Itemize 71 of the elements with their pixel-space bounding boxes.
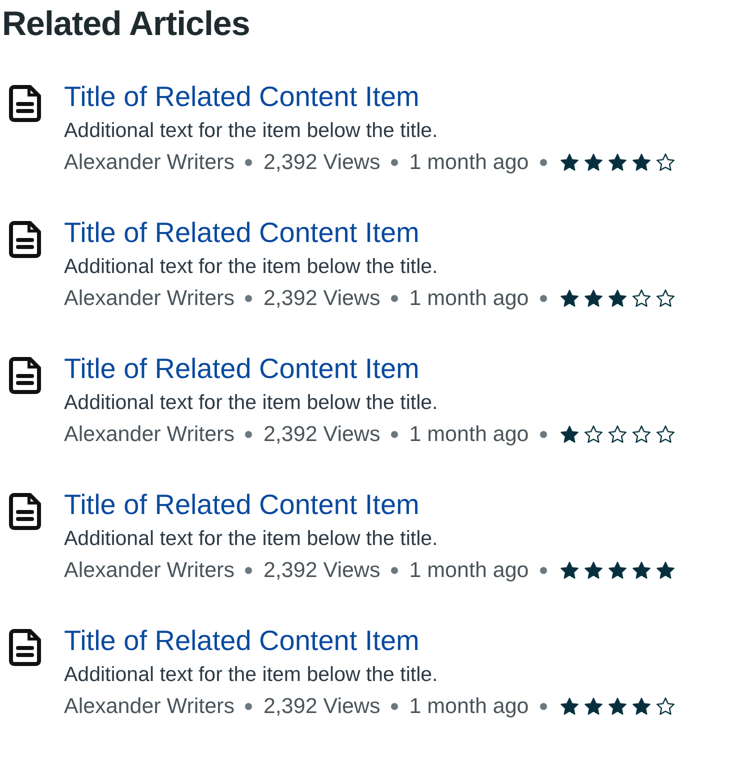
section-heading: Related Articles	[2, 4, 251, 45]
author-name: Alexander Writers	[64, 558, 234, 583]
filled-star-icon	[606, 288, 628, 309]
view-count: 2,392 Views	[263, 286, 380, 311]
view-count: 2,392 Views	[263, 150, 380, 175]
empty-star-icon	[654, 696, 676, 717]
filled-star-icon	[606, 560, 628, 581]
separator-dot	[540, 567, 547, 574]
empty-star-icon	[606, 424, 628, 445]
empty-star-icon	[654, 424, 676, 445]
filled-star-icon	[654, 560, 676, 581]
filled-star-icon	[606, 152, 628, 173]
article-title-link[interactable]: Title of Related Content Item	[64, 488, 420, 522]
article-title-link[interactable]: Title of Related Content Item	[64, 352, 420, 386]
view-count: 2,392 Views	[263, 558, 380, 583]
empty-star-icon	[654, 152, 676, 173]
filled-star-icon	[630, 152, 652, 173]
separator-dot	[245, 567, 252, 574]
article-title-link[interactable]: Title of Related Content Item	[64, 80, 420, 114]
filled-star-icon	[606, 696, 628, 717]
separator-dot	[540, 431, 547, 438]
empty-star-icon	[630, 424, 652, 445]
filled-star-icon	[582, 560, 604, 581]
document-icon	[8, 492, 44, 530]
separator-dot	[540, 295, 547, 302]
post-age: 1 month ago	[409, 694, 529, 719]
filled-star-icon	[582, 288, 604, 309]
filled-star-icon	[558, 696, 580, 717]
author-name: Alexander Writers	[64, 286, 234, 311]
empty-star-icon	[582, 424, 604, 445]
separator-dot	[245, 431, 252, 438]
filled-star-icon	[582, 696, 604, 717]
article-description: Additional text for the item below the title.	[64, 118, 438, 144]
article-description: Additional text for the item below the title.	[64, 526, 438, 552]
empty-star-icon	[654, 288, 676, 309]
separator-dot	[245, 295, 252, 302]
article-title-link[interactable]: Title of Related Content Item	[64, 624, 420, 658]
filled-star-icon	[558, 560, 580, 581]
post-age: 1 month ago	[409, 286, 529, 311]
separator-dot	[245, 703, 252, 710]
article-description: Additional text for the item below the title.	[64, 662, 438, 688]
separator-dot	[540, 703, 547, 710]
filled-star-icon	[558, 152, 580, 173]
filled-star-icon	[630, 560, 652, 581]
post-age: 1 month ago	[409, 558, 529, 583]
document-icon	[8, 220, 44, 258]
filled-star-icon	[582, 152, 604, 173]
document-icon	[8, 84, 44, 122]
author-name: Alexander Writers	[64, 422, 234, 447]
article-title-link[interactable]: Title of Related Content Item	[64, 216, 420, 250]
separator-dot	[391, 431, 398, 438]
document-icon	[8, 628, 44, 666]
view-count: 2,392 Views	[263, 422, 380, 447]
post-age: 1 month ago	[409, 150, 529, 175]
author-name: Alexander Writers	[64, 694, 234, 719]
separator-dot	[540, 159, 547, 166]
filled-star-icon	[558, 424, 580, 445]
view-count: 2,392 Views	[263, 694, 380, 719]
separator-dot	[391, 703, 398, 710]
separator-dot	[391, 567, 398, 574]
separator-dot	[391, 159, 398, 166]
article-description: Additional text for the item below the title.	[64, 390, 438, 416]
filled-star-icon	[558, 288, 580, 309]
post-age: 1 month ago	[409, 422, 529, 447]
document-icon	[8, 356, 44, 394]
separator-dot	[245, 159, 252, 166]
separator-dot	[391, 295, 398, 302]
article-description: Additional text for the item below the title.	[64, 254, 438, 280]
empty-star-icon	[630, 288, 652, 309]
filled-star-icon	[630, 696, 652, 717]
author-name: Alexander Writers	[64, 150, 234, 175]
